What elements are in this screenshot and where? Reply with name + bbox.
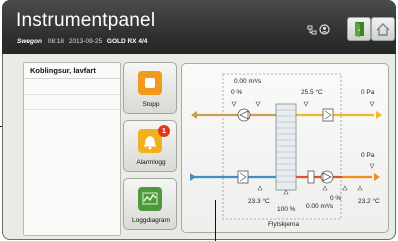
log-diagram-label: Loggdiagram <box>132 217 170 224</box>
list-row-empty <box>24 95 120 110</box>
alarm-log-button[interactable]: 1 Alarmlogg <box>123 120 177 172</box>
door-button[interactable] <box>347 17 371 41</box>
time-label: 08:18 <box>47 38 65 45</box>
page-title: Instrumentpanel <box>16 10 156 31</box>
home-icon <box>376 23 390 36</box>
supply-temp-right: 23.2 °C <box>358 197 380 205</box>
sensor-icon <box>231 101 237 107</box>
stop-icon <box>138 71 162 95</box>
log-diagram-button[interactable]: Loggdiagram <box>123 178 177 230</box>
supply-arrow-left <box>190 173 196 181</box>
flow-diagram-caption: Flytskjema <box>268 221 299 228</box>
stop-button[interactable]: Stopp <box>123 62 177 114</box>
filter-icon <box>322 108 334 122</box>
sensor-icon <box>342 185 348 191</box>
heat-exchanger-icon <box>275 103 297 191</box>
sensor-icon <box>322 185 328 191</box>
sensor-icon <box>283 189 289 195</box>
screenshot-frame: Instrumentpanel Swegon 08:18 2013-09-25 … <box>0 0 398 241</box>
supply-fan-percent: 0 % <box>330 195 341 202</box>
extract-flow-value: 0.00 m³/s <box>234 78 262 85</box>
supply-temp-left: 23.3 °C <box>248 197 270 205</box>
sensor-icon <box>369 163 375 169</box>
sensor-icon <box>303 101 309 107</box>
chart-icon <box>138 187 162 211</box>
extract-fan-percent: 0 % <box>231 89 242 96</box>
home-button[interactable] <box>371 17 395 41</box>
door-icon <box>355 22 364 37</box>
instrument-panel: Instrumentpanel Swegon 08:18 2013-09-25 … <box>2 0 396 240</box>
fan-icon <box>320 170 334 184</box>
stop-label: Stopp <box>142 101 160 108</box>
sensor-icon <box>357 185 363 191</box>
alarm-log-label: Alarmlogg <box>136 159 166 166</box>
schedule-list: Koblingsur, lavfart <box>23 62 121 236</box>
date-label: 2013-09-25 <box>68 38 103 45</box>
sensor-icon <box>257 185 263 191</box>
page-indicator: 4/4 <box>138 38 148 45</box>
fan-icon <box>237 108 251 122</box>
flow-schematic: 0.00 m³/s 0 % 25.5 °C 0 Pa 0 Pa 23.3 °C … <box>190 73 382 228</box>
list-item[interactable]: Koblingsur, lavfart <box>24 63 120 79</box>
list-row-empty <box>24 80 120 95</box>
heater-coil-icon <box>307 170 315 184</box>
extract-pressure: 0 Pa <box>361 89 375 96</box>
supply-arrow-right <box>374 173 380 181</box>
status-line: Swegon 08:18 2013-09-25 GOLD RX 4/4 <box>17 38 147 45</box>
alarm-count-badge: 1 <box>158 125 170 137</box>
external-line-bottom <box>215 200 216 241</box>
sensor-icon <box>369 101 375 107</box>
rotor-percent: 100 % <box>277 206 296 213</box>
network-icon <box>307 25 317 35</box>
supply-pressure: 0 Pa <box>361 152 375 159</box>
flow-diagram[interactable]: 0.00 m³/s 0 % 25.5 °C 0 Pa 0 Pa 23.3 °C … <box>181 63 389 233</box>
sensor-icon <box>255 101 261 107</box>
header-bar: Instrumentpanel Swegon 08:18 2013-09-25 … <box>2 0 396 54</box>
extract-arrow-left <box>191 111 197 119</box>
user-icon <box>319 24 330 35</box>
extract-arrow-right <box>376 111 382 119</box>
extract-temperature: 25.5 °C <box>301 88 323 96</box>
filter-icon <box>237 170 249 184</box>
unit-label: GOLD RX <box>106 38 137 45</box>
brand-label: Swegon <box>17 38 42 45</box>
supply-flow-value: 0.00 m³/s <box>306 203 334 210</box>
